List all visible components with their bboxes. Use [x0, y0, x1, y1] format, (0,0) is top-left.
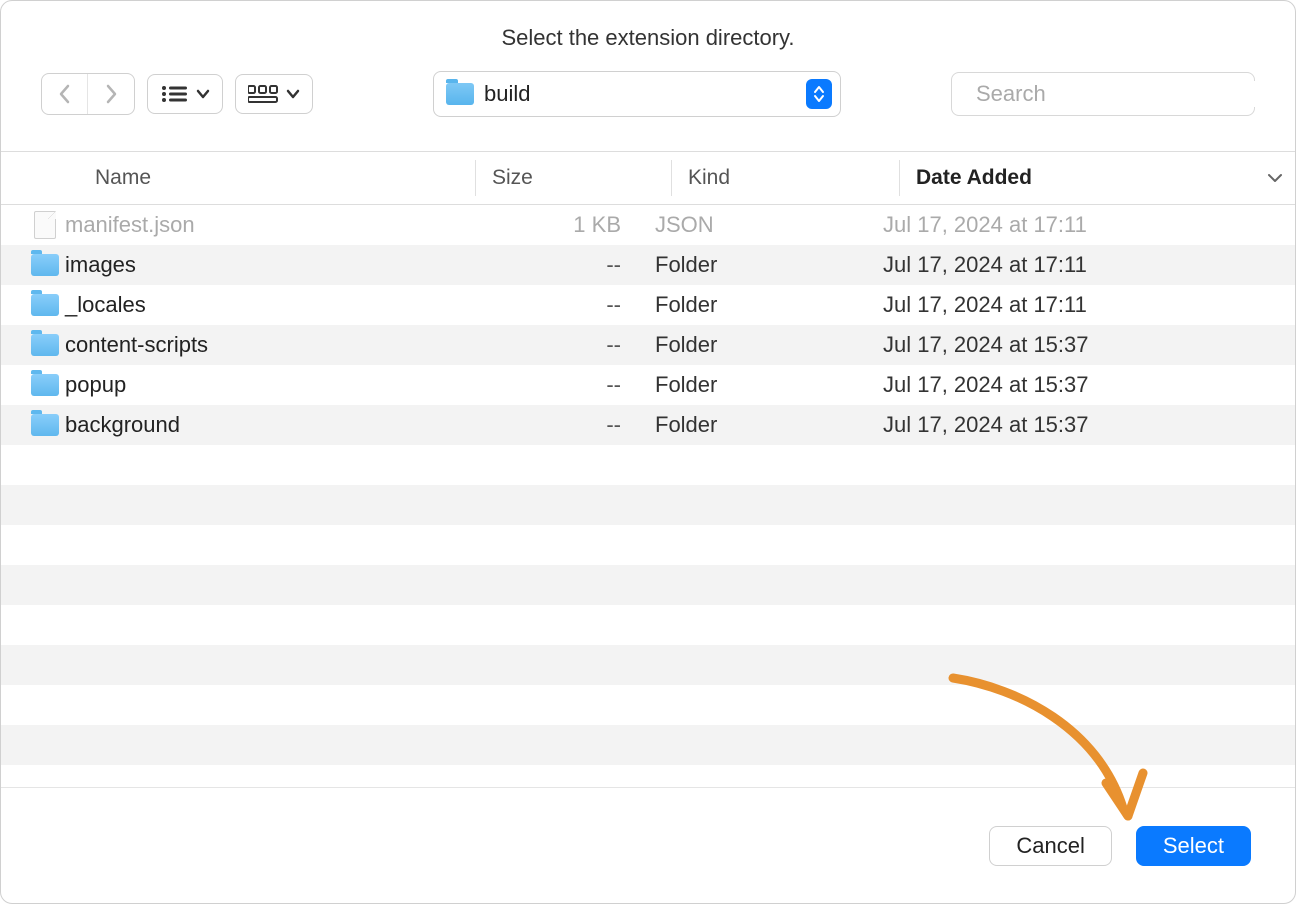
location-dropdown[interactable]: build — [433, 71, 841, 117]
columns-header: Name Size Kind Date Added — [1, 151, 1295, 205]
file-size: -- — [443, 292, 639, 318]
file-kind: Folder — [639, 332, 867, 358]
table-row[interactable]: popup--FolderJul 17, 2024 at 15:37 — [1, 365, 1295, 405]
file-name: images — [63, 252, 443, 278]
toolbar: build — [1, 71, 1295, 151]
file-name: background — [63, 412, 443, 438]
location-label: build — [484, 81, 796, 107]
group-view-button[interactable] — [235, 74, 313, 114]
folder-icon — [446, 83, 474, 105]
chevron-down-icon — [1267, 173, 1283, 183]
empty-row — [1, 725, 1295, 765]
empty-row — [1, 605, 1295, 645]
file-dialog: Select the extension directory. — [0, 0, 1296, 904]
file-date: Jul 17, 2024 at 17:11 — [867, 212, 1295, 238]
list-view-button[interactable] — [147, 74, 223, 114]
file-date: Jul 17, 2024 at 17:11 — [867, 252, 1295, 278]
file-date: Jul 17, 2024 at 15:37 — [867, 412, 1295, 438]
file-name: _locales — [63, 292, 443, 318]
chevron-down-icon — [196, 89, 210, 99]
list-icon — [160, 84, 188, 104]
table-row[interactable]: _locales--FolderJul 17, 2024 at 17:11 — [1, 285, 1295, 325]
chevron-right-icon — [104, 84, 118, 104]
file-size: 1 KB — [443, 212, 639, 238]
empty-row — [1, 645, 1295, 685]
column-name[interactable]: Name — [1, 166, 475, 190]
table-row[interactable]: content-scripts--FolderJul 17, 2024 at 1… — [1, 325, 1295, 365]
file-name: popup — [63, 372, 443, 398]
chevron-down-icon — [286, 89, 300, 99]
file-size: -- — [443, 412, 639, 438]
column-size[interactable]: Size — [475, 160, 671, 196]
empty-row — [1, 525, 1295, 565]
updown-icon — [806, 79, 832, 109]
file-size: -- — [443, 332, 639, 358]
cancel-button[interactable]: Cancel — [989, 826, 1111, 866]
column-date-added[interactable]: Date Added — [899, 160, 1255, 196]
grid-group-icon — [248, 84, 278, 104]
table-row[interactable]: manifest.json1 KBJSONJul 17, 2024 at 17:… — [1, 205, 1295, 245]
forward-button[interactable] — [88, 74, 134, 114]
folder-icon — [27, 414, 63, 436]
file-kind: Folder — [639, 412, 867, 438]
table-row[interactable]: images--FolderJul 17, 2024 at 17:11 — [1, 245, 1295, 285]
file-date: Jul 17, 2024 at 17:11 — [867, 292, 1295, 318]
file-date: Jul 17, 2024 at 15:37 — [867, 372, 1295, 398]
search-box[interactable] — [951, 72, 1255, 116]
file-icon — [27, 211, 63, 239]
table-row[interactable]: background--FolderJul 17, 2024 at 15:37 — [1, 405, 1295, 445]
file-name: content-scripts — [63, 332, 443, 358]
folder-icon — [27, 254, 63, 276]
search-input[interactable] — [976, 81, 1264, 107]
folder-icon — [27, 294, 63, 316]
empty-row — [1, 445, 1295, 485]
chevron-left-icon — [58, 84, 72, 104]
select-button[interactable]: Select — [1136, 826, 1251, 866]
file-name: manifest.json — [63, 212, 443, 238]
sort-indicator[interactable] — [1255, 173, 1295, 183]
column-kind[interactable]: Kind — [671, 160, 899, 196]
dialog-title: Select the extension directory. — [1, 1, 1295, 71]
back-button[interactable] — [42, 74, 88, 114]
empty-row — [1, 565, 1295, 605]
file-size: -- — [443, 252, 639, 278]
folder-icon — [27, 334, 63, 356]
folder-icon — [27, 374, 63, 396]
file-kind: JSON — [639, 212, 867, 238]
empty-row — [1, 685, 1295, 725]
file-kind: Folder — [639, 252, 867, 278]
file-kind: Folder — [639, 372, 867, 398]
file-list[interactable]: manifest.json1 KBJSONJul 17, 2024 at 17:… — [1, 205, 1295, 787]
empty-row — [1, 485, 1295, 525]
file-size: -- — [443, 372, 639, 398]
file-kind: Folder — [639, 292, 867, 318]
dialog-footer: Cancel Select — [1, 787, 1295, 903]
nav-group — [41, 73, 135, 115]
file-date: Jul 17, 2024 at 15:37 — [867, 332, 1295, 358]
